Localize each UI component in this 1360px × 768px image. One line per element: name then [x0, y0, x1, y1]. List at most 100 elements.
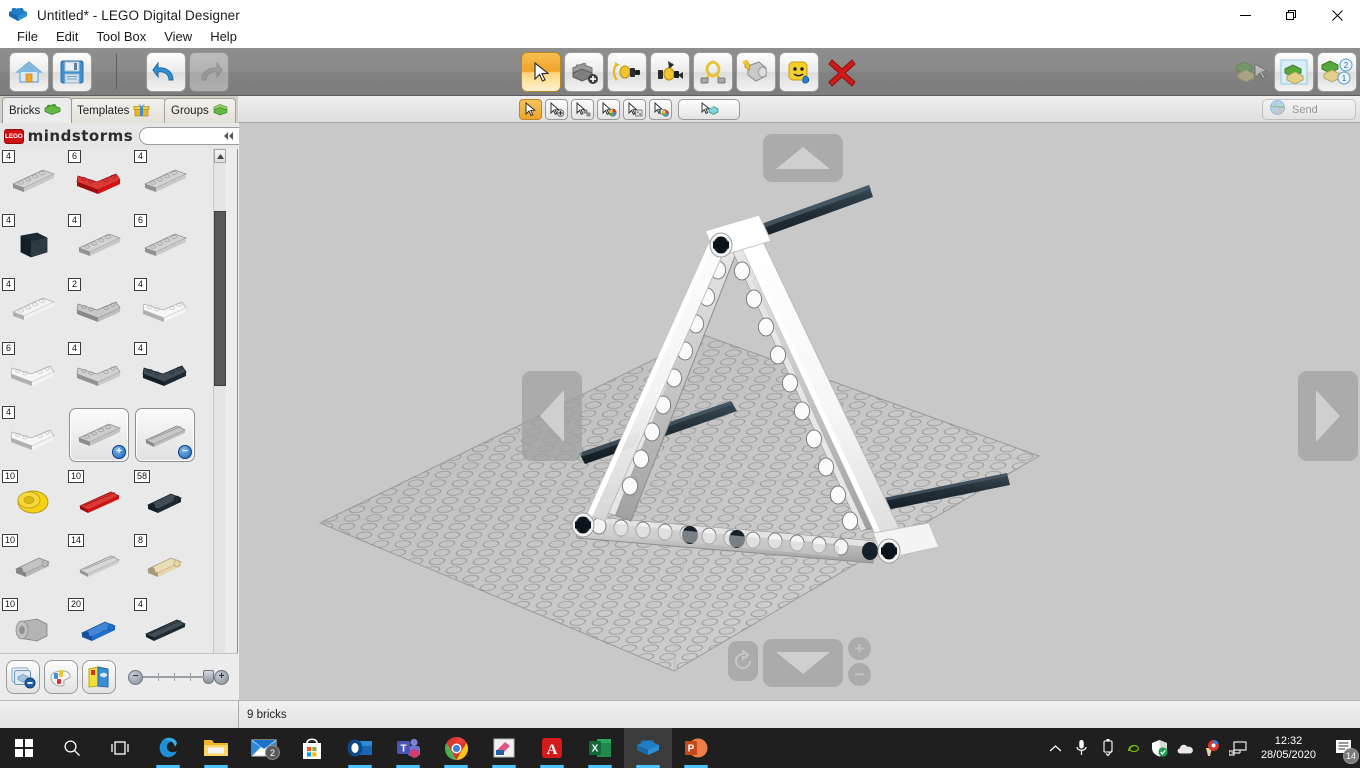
pdf-creator-button[interactable]	[480, 728, 528, 768]
selection-tool-button[interactable]	[521, 52, 561, 92]
excel-button[interactable]: X	[576, 728, 624, 768]
palette-brick[interactable]: 10	[0, 597, 66, 661]
brick-box-button[interactable]	[82, 660, 116, 694]
nav-arrow-right[interactable]	[1298, 371, 1358, 461]
start-button[interactable]	[0, 728, 48, 768]
reset-view-button[interactable]	[728, 641, 758, 681]
palette-brick[interactable]: 4	[66, 213, 132, 277]
select-by-color-button[interactable]	[597, 99, 620, 120]
palette-brick[interactable]: 4	[132, 149, 198, 213]
safely-remove-hardware-icon[interactable]	[1095, 728, 1121, 768]
palette-brick[interactable]: 4	[66, 341, 132, 405]
palette-brick[interactable]: 14	[66, 533, 132, 597]
paint-tool-button[interactable]	[736, 52, 776, 92]
nav-arrow-left[interactable]	[522, 371, 582, 461]
palette-brick[interactable]: 58	[132, 469, 198, 533]
save-button[interactable]	[52, 52, 92, 92]
palette-zoom-in-button[interactable]: +	[214, 669, 229, 685]
menu-tool-box[interactable]: Tool Box	[87, 27, 155, 46]
windows-defender-icon[interactable]	[1147, 728, 1173, 768]
notification-center-button[interactable]: 14	[1326, 728, 1360, 768]
palette-brick[interactable]: 4	[0, 277, 66, 341]
building-guide-mode-button[interactable]: 2 1	[1317, 52, 1357, 92]
flex-tool-button[interactable]	[693, 52, 733, 92]
mail-button[interactable]: 2	[240, 728, 288, 768]
outlook-button[interactable]	[336, 728, 384, 768]
select-connected-button[interactable]	[678, 99, 740, 120]
palette-brick[interactable]: 4	[132, 277, 198, 341]
viewport-zoom-in-button[interactable]: +	[848, 637, 871, 660]
task-view-button[interactable]	[96, 728, 144, 768]
microphone-tray-icon[interactable]	[1069, 728, 1095, 768]
palette-brick[interactable]: 6	[132, 213, 198, 277]
nav-arrow-down[interactable]	[763, 639, 843, 687]
send-button[interactable]: Send	[1262, 99, 1356, 120]
store-button[interactable]	[288, 728, 336, 768]
search-button[interactable]	[48, 728, 96, 768]
palette-brick[interactable]: 10	[66, 469, 132, 533]
network-tray-icon[interactable]	[1225, 728, 1251, 768]
clone-tool-button[interactable]	[564, 52, 604, 92]
bottom-left-connector[interactable]	[571, 512, 595, 538]
palette-zoom-slider[interactable]: − +	[128, 669, 229, 685]
palette-brick[interactable]: 4	[132, 341, 198, 405]
undo-button[interactable]	[146, 52, 186, 92]
palette-brick[interactable]: 10	[0, 533, 66, 597]
tab-groups[interactable]: Groups	[164, 98, 236, 123]
minifig-paint-tool-button[interactable]	[779, 52, 819, 92]
palette-brick[interactable]: 6	[0, 341, 66, 405]
color-palette-button[interactable]	[44, 660, 78, 694]
3d-viewport[interactable]: + −	[239, 123, 1360, 700]
home-button[interactable]	[9, 52, 49, 92]
remove-brick-badge[interactable]: −	[178, 445, 192, 459]
collapse-panel-button[interactable]	[222, 128, 236, 144]
menu-file[interactable]: File	[8, 27, 47, 46]
redo-button[interactable]	[189, 52, 229, 92]
ccleaner-tray-icon[interactable]	[1199, 728, 1225, 768]
palette-brick[interactable]: 8	[132, 533, 198, 597]
palette-brick[interactable]: 4	[132, 597, 198, 661]
menu-view[interactable]: View	[155, 27, 201, 46]
palette-scroll-up-button[interactable]	[214, 149, 226, 163]
select-by-color-and-shape-button[interactable]	[649, 99, 672, 120]
palette-brick-less[interactable]: −	[135, 408, 195, 462]
palette-brick[interactable]: 4	[0, 149, 66, 213]
menu-edit[interactable]: Edit	[47, 27, 87, 46]
palette-scrollbar[interactable]	[213, 149, 226, 674]
powerpoint-button[interactable]: P	[672, 728, 720, 768]
palette-zoom-out-button[interactable]: −	[128, 669, 143, 685]
teams-button[interactable]: T	[384, 728, 432, 768]
palette-brick[interactable]: 2	[66, 277, 132, 341]
viewport-zoom-out-button[interactable]: −	[848, 663, 871, 686]
nvidia-tray-icon[interactable]	[1121, 728, 1147, 768]
file-explorer-button[interactable]	[192, 728, 240, 768]
menu-help[interactable]: Help	[201, 27, 246, 46]
palette-zoom-track[interactable]	[143, 673, 205, 681]
select-add-button[interactable]	[545, 99, 568, 120]
select-none-button[interactable]	[571, 99, 594, 120]
view-mode-button[interactable]	[1274, 52, 1314, 92]
hinge-align-tool-button[interactable]	[650, 52, 690, 92]
select-by-shape-button[interactable]	[623, 99, 646, 120]
palette-brick[interactable]: 10	[0, 469, 66, 533]
palette-brick-grid[interactable]: 4 6 4 4 4 6 4 2 4 6 4 4 4 + − 10 10 58 1…	[0, 149, 226, 674]
palette-brick[interactable]: 20	[66, 597, 132, 661]
build-mode-button[interactable]	[1231, 52, 1271, 92]
model-canvas[interactable]	[239, 123, 1360, 700]
palette-brick-more[interactable]: +	[69, 408, 129, 462]
tab-bricks[interactable]: Bricks	[2, 97, 72, 123]
select-single-button[interactable]	[519, 99, 542, 120]
palette-brick[interactable]: 4	[0, 213, 66, 277]
add-brick-badge[interactable]: +	[112, 445, 126, 459]
palette-brick[interactable]: 4	[0, 405, 66, 469]
nav-arrow-up[interactable]	[763, 134, 843, 182]
hide-bricks-button[interactable]	[6, 660, 40, 694]
hinge-tool-button[interactable]	[607, 52, 647, 92]
palette-scroll-thumb[interactable]	[214, 211, 226, 386]
delete-tool-button[interactable]	[822, 52, 862, 92]
lego-digital-designer-button[interactable]	[624, 728, 672, 768]
show-hidden-icons-button[interactable]	[1043, 728, 1069, 768]
onedrive-tray-icon[interactable]	[1173, 728, 1199, 768]
edge-button[interactable]	[144, 728, 192, 768]
palette-brick[interactable]: 6	[66, 149, 132, 213]
